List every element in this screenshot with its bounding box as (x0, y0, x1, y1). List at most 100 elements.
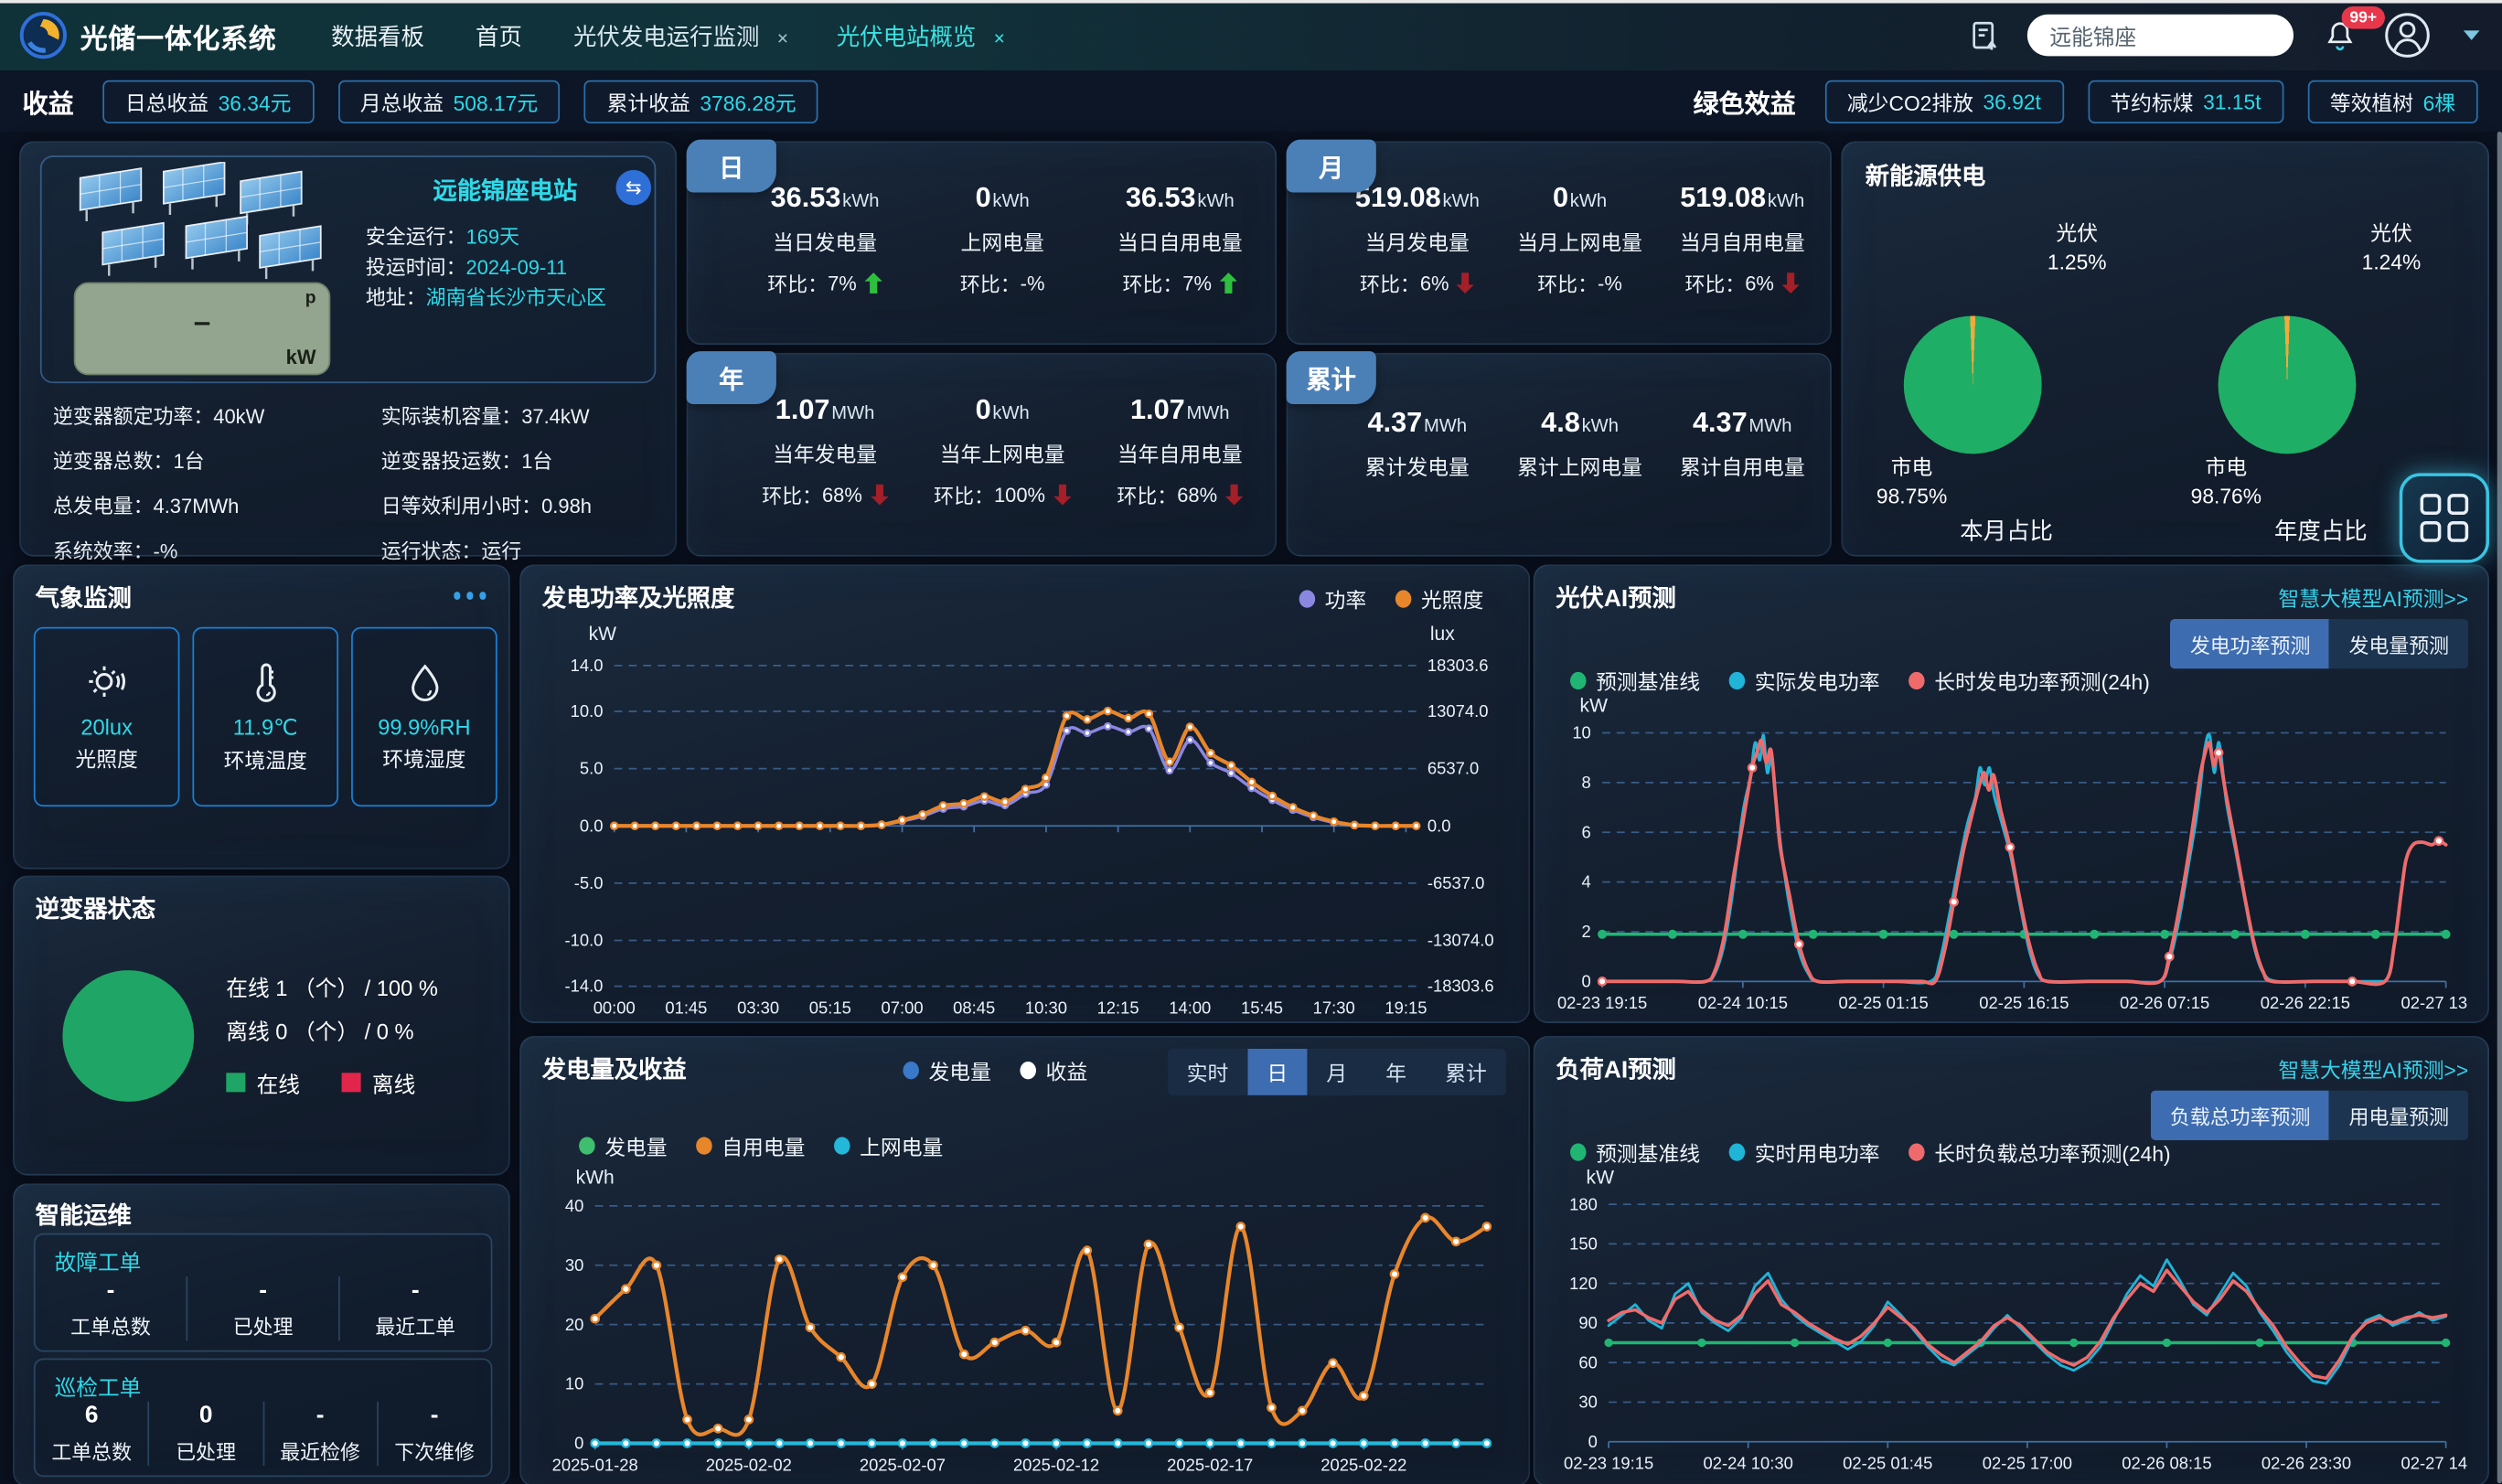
svg-text:8: 8 (1582, 773, 1591, 792)
legend-realtime-load[interactable]: 实时用电功率 (1729, 1137, 1880, 1167)
metric-value: 0 (1553, 181, 1568, 213)
metric-unit: MWh (1748, 417, 1791, 436)
btn-consumption-prediction[interactable]: 用电量预测 (2329, 1091, 2468, 1140)
panel-title: 气象监测 (36, 581, 132, 614)
svg-text:2025-02-17: 2025-02-17 (1167, 1455, 1253, 1474)
station-row-label: 安全运行： (366, 226, 466, 249)
metric-value: 1.07 (1130, 393, 1185, 425)
ratio-label: 环比： (934, 479, 994, 509)
legend-selfuse[interactable]: 自用电量 (696, 1130, 805, 1160)
tab-day[interactable]: 日 (1247, 1049, 1307, 1095)
svg-text:02-26 08:15: 02-26 08:15 (2122, 1454, 2211, 1473)
svg-text:00:00: 00:00 (593, 998, 636, 1017)
svg-text:6: 6 (1582, 822, 1591, 841)
ops-stat: 6工单总数 (36, 1402, 148, 1466)
scrollbar[interactable] (2497, 132, 2502, 1483)
tab-station-overview[interactable]: 光伏电站概览 × (837, 18, 1005, 52)
legend-revenue-toggle[interactable]: 收益 (1020, 1055, 1087, 1085)
svg-text:02-25 17:00: 02-25 17:00 (1983, 1454, 2072, 1473)
metric-total-generation: 4.37MWh 累计发电量 (1336, 406, 1499, 481)
legend-24h-forecast[interactable]: 长时发电功率预测(24h) (1909, 666, 2150, 696)
nav-item-databoard[interactable]: 数据看板 (331, 18, 424, 52)
top-nav: 光储一体化系统 数据看板 首页 光伏发电运行监测 × 光伏电站概览 × (0, 0, 2502, 70)
legend-dot (1729, 672, 1746, 689)
y-axis-unit: kW (1587, 1166, 1614, 1189)
metric-label: 当月发电量 (1336, 226, 1499, 256)
btn-power-prediction[interactable]: 发电功率预测 (2171, 619, 2330, 668)
switch-station-icon[interactable]: ⇆ (615, 170, 651, 206)
station-row-label: 地址： (366, 287, 426, 310)
panel-title: 发电功率及光照度 (542, 581, 734, 614)
legend-24h-load-forecast[interactable]: 长时负载总功率预测(24h) (1909, 1137, 2171, 1167)
tab-pv-monitor[interactable]: 光伏发电运行监测 × (573, 18, 788, 52)
legend-power[interactable]: 功率 (1299, 583, 1367, 614)
solar-panels-image (58, 162, 343, 283)
ratio-value: 68% (1177, 484, 1217, 507)
online-count-text: 在线 1 （个） / 100 % (226, 967, 438, 1010)
notification-bell-icon[interactable]: 99+ (2323, 17, 2358, 53)
pill-co2-reduction: 减少CO2排放 36.92t (1824, 80, 2063, 123)
tab-realtime[interactable]: 实时 (1168, 1049, 1248, 1095)
chevron-down-icon[interactable] (2464, 30, 2480, 40)
legend-grid-export[interactable]: 上网电量 (834, 1130, 943, 1160)
prediction-toggle-group: 负载总功率预测 用电量预测 (2151, 1091, 2468, 1140)
ops-stat: -下次维修 (377, 1402, 491, 1466)
widget-launcher-button[interactable] (2400, 473, 2489, 562)
tab-year[interactable]: 年 (1366, 1049, 1426, 1095)
legend-label: 离线 (372, 1066, 415, 1098)
lcd-power-value: – (75, 306, 328, 342)
station-meta: 远能锦座电站 ⇆ 安全运行：169天 投运时间：2024-09-11 地址：湖南… (366, 173, 645, 314)
nav-item-home[interactable]: 首页 (476, 18, 522, 52)
smart-ops-card: 智能运维 故障工单 -工单总数 -已处理 -最近工单 巡检工单 6工单总数 0已… (13, 1183, 510, 1484)
legend-dot (1909, 672, 1925, 689)
period-tag: 日 (687, 140, 776, 193)
revenue-title: 收益 (23, 81, 74, 120)
legend-baseline[interactable]: 预测基准线 (1570, 1137, 1700, 1167)
legend-generation-toggle[interactable]: 发电量 (903, 1055, 990, 1085)
pie-grid-pct: 98.76% (2157, 483, 2295, 512)
pie-chart (2219, 316, 2357, 454)
report-icon[interactable] (1968, 18, 2002, 52)
tab-total[interactable]: 累计 (1426, 1049, 1506, 1095)
metric-year-grid: 0kWh 当年上网电量 环比：100% (914, 393, 1091, 510)
metric-unit: kWh (1442, 192, 1479, 211)
legend-baseline[interactable]: 预测基准线 (1570, 666, 1700, 696)
legend-actual-power[interactable]: 实际发电功率 (1729, 666, 1880, 696)
more-menu-icon[interactable] (453, 592, 486, 599)
lcd-unit: kW (286, 347, 316, 369)
tab-close-icon[interactable]: × (777, 27, 788, 49)
svg-text:03:30: 03:30 (737, 998, 779, 1017)
station-header-box: p – kW 远能锦座电站 ⇆ 安全运行：169天 投运时间：2024-09-1… (40, 155, 656, 383)
generation-revenue-panel: 发电量及收益 发电量 收益 实时 日 月 年 累计 发电量 自用电量 上网电量 … (519, 1036, 1530, 1484)
btn-load-power-prediction[interactable]: 负载总功率预测 (2151, 1091, 2330, 1140)
ratio-value: -% (1021, 272, 1045, 294)
pill-label: 累计收益 (607, 86, 690, 116)
svg-text:02-23 19:15: 02-23 19:15 (1564, 1454, 1653, 1473)
metric-unit: kWh (1582, 417, 1619, 436)
search-input[interactable] (2027, 15, 2294, 57)
tab-month[interactable]: 月 (1307, 1049, 1366, 1095)
btn-energy-prediction[interactable]: 发电量预测 (2329, 619, 2468, 668)
power-lux-panel: 发电功率及光照度 功率 光照度 kW lux 14.018303.610.013… (519, 564, 1530, 1023)
svg-text:-13074.0: -13074.0 (1427, 931, 1494, 950)
legend-lux[interactable]: 光照度 (1395, 583, 1483, 614)
notification-badge: 99+ (2342, 6, 2385, 29)
ai-model-link[interactable]: 智慧大模型AI预测>> (2278, 1053, 2468, 1084)
svg-text:02-25 16:15: 02-25 16:15 (1979, 993, 2069, 1012)
legend-dot (696, 1137, 712, 1154)
avatar[interactable] (2383, 11, 2432, 59)
svg-text:120: 120 (1569, 1274, 1598, 1293)
lcd-p-label: p (305, 289, 316, 308)
svg-text:0: 0 (1582, 971, 1591, 990)
metric-unit: MWh (1424, 417, 1467, 436)
metric-value: 4.37 (1368, 406, 1423, 438)
ai-model-link[interactable]: 智慧大模型AI预测>> (2278, 582, 2468, 613)
svg-text:0: 0 (574, 1434, 583, 1453)
tab-close-icon[interactable]: × (994, 27, 1005, 49)
legend-generation[interactable]: 发电量 (579, 1130, 667, 1160)
svg-text:0.0: 0.0 (580, 816, 604, 835)
stat-label: 系统效率： (53, 540, 154, 563)
svg-text:10: 10 (1572, 723, 1590, 742)
weather-label: 环境温度 (211, 748, 320, 774)
period-tag: 月 (1287, 140, 1376, 193)
